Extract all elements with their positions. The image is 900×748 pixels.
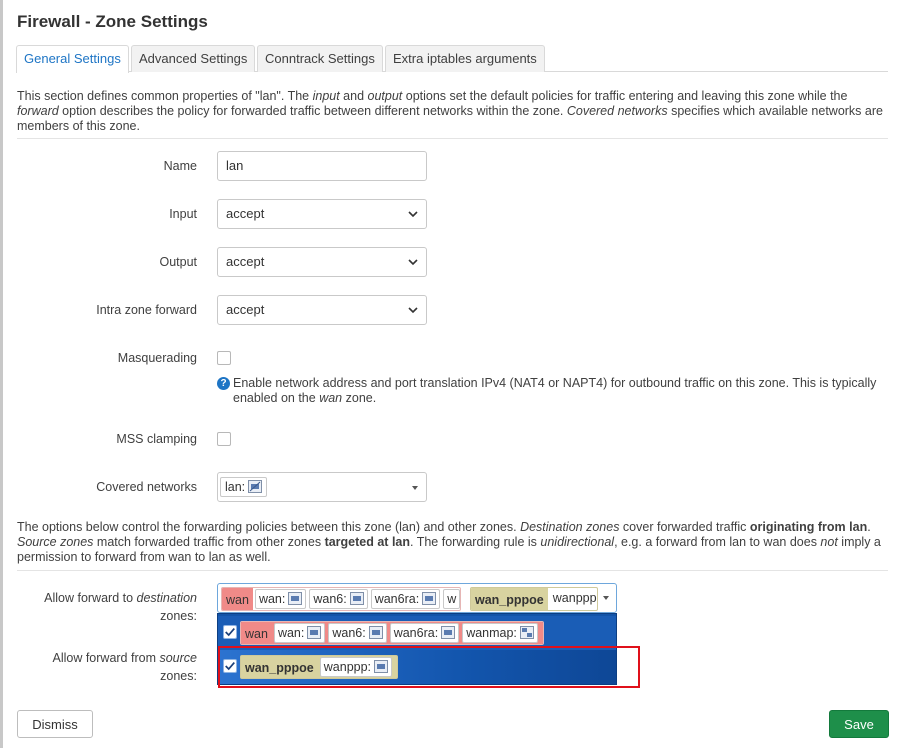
intra-zone-forward-select[interactable]: accept [217, 295, 427, 325]
tab-bar: General Settings Advanced Settings Connt… [16, 45, 888, 73]
chevron-down-icon [408, 211, 418, 218]
zone-name-wan: wan [222, 588, 253, 610]
interface-pill: wanppp [549, 589, 597, 609]
forwarding-description: The options below control the forwarding… [17, 520, 881, 564]
help-icon: ? [217, 377, 230, 390]
interface-pill: wan6: [328, 623, 387, 643]
dropdown-caret-icon[interactable] [603, 596, 609, 600]
zone-name-wan-pppoe: wan_pppoe [471, 588, 548, 610]
dropdown-option-wan-pppoe[interactable]: wan_pppoe wanppp: [218, 650, 616, 684]
zone-chip-wan-pppoe: wan_pppoe wanppp: [240, 655, 399, 679]
output-label: Output [159, 255, 197, 269]
network-interface-icon [307, 626, 322, 639]
masquerading-label: Masquerading [117, 351, 197, 365]
tunnel-interface-icon [519, 626, 534, 639]
masquerading-checkbox[interactable] [217, 351, 231, 365]
check-icon [225, 628, 235, 637]
forward-destination-select[interactable]: wan wan: wan6: wan6ra: w wan_pppoe wanpp… [217, 583, 617, 613]
save-button[interactable]: Save [829, 710, 889, 738]
dropdown-caret-icon [412, 486, 418, 490]
checkbox-checked[interactable] [223, 659, 237, 673]
tab-conntrack-settings[interactable]: Conntrack Settings [257, 45, 383, 72]
zone-chip-wan-pppoe[interactable]: wan_pppoe wanppp [470, 587, 598, 611]
covered-networks-select[interactable]: lan: [217, 472, 427, 502]
tab-general-settings[interactable]: General Settings [16, 45, 129, 73]
forward-destination-label: Allow forward to destination zones: [44, 591, 197, 623]
check-icon [225, 662, 235, 671]
zone-name-wan: wan [241, 622, 272, 644]
name-input[interactable]: lan [217, 151, 427, 181]
tab-extra-iptables-arguments[interactable]: Extra iptables arguments [385, 45, 545, 72]
network-interface-icon [288, 592, 303, 605]
intra-zone-forward-label: Intra zone forward [96, 303, 197, 317]
forward-source-label: Allow forward from source zones: [52, 651, 197, 683]
input-policy-value: accept [226, 206, 265, 221]
dismiss-button[interactable]: Dismiss [17, 710, 93, 738]
interface-pill: wan: [273, 623, 326, 643]
output-policy-select[interactable]: accept [217, 247, 427, 277]
zone-chip-wan: wan wan: wan6: wan6ra: wanmap: [240, 621, 544, 645]
masquerading-help: ? Enable network address and port transl… [217, 376, 877, 406]
chevron-down-icon [408, 307, 418, 314]
input-policy-select[interactable]: accept [217, 199, 427, 229]
interface-pill: wan6ra: [370, 589, 441, 609]
network-interface-icon [349, 592, 364, 605]
tab-advanced-settings[interactable]: Advanced Settings [131, 45, 256, 72]
divider [17, 570, 888, 571]
intra-zone-forward-value: accept [226, 302, 265, 317]
chevron-down-icon [408, 259, 418, 266]
zone-chip-wan[interactable]: wan wan: wan6: wan6ra: w [221, 587, 461, 611]
dialog-title: Firewall - Zone Settings [17, 12, 208, 31]
output-policy-value: accept [226, 254, 265, 269]
mss-clamping-checkbox[interactable] [217, 432, 231, 446]
divider [17, 138, 888, 139]
network-interface-icon [422, 592, 437, 605]
network-interface-icon [248, 480, 263, 493]
interface-pill: wan6: [309, 589, 368, 609]
input-label: Input [169, 207, 197, 221]
interface-pill: w [443, 589, 460, 609]
interface-pill: wan: [254, 589, 307, 609]
zone-dropdown-list: wan wan: wan6: wan6ra: wanmap: wan_pppoe… [217, 613, 617, 685]
zone-name-wan-pppoe: wan_pppoe [241, 656, 318, 678]
covered-networks-label: Covered networks [96, 480, 197, 494]
interface-pill: wanppp: [319, 657, 393, 677]
network-interface-icon [368, 626, 383, 639]
section-description: This section defines common properties o… [17, 89, 883, 133]
window-edge [0, 0, 3, 748]
interface-pill: wan6ra: [389, 623, 460, 643]
name-label: Name [163, 159, 197, 173]
checkbox-checked[interactable] [223, 625, 237, 639]
dropdown-option-wan[interactable]: wan wan: wan6: wan6ra: wanmap: [218, 616, 616, 650]
mss-clamping-label: MSS clamping [116, 432, 197, 446]
interface-pill: wanmap: [462, 623, 538, 643]
network-interface-icon [441, 626, 456, 639]
network-interface-icon [374, 660, 389, 673]
network-badge-lan: lan: [220, 477, 268, 497]
